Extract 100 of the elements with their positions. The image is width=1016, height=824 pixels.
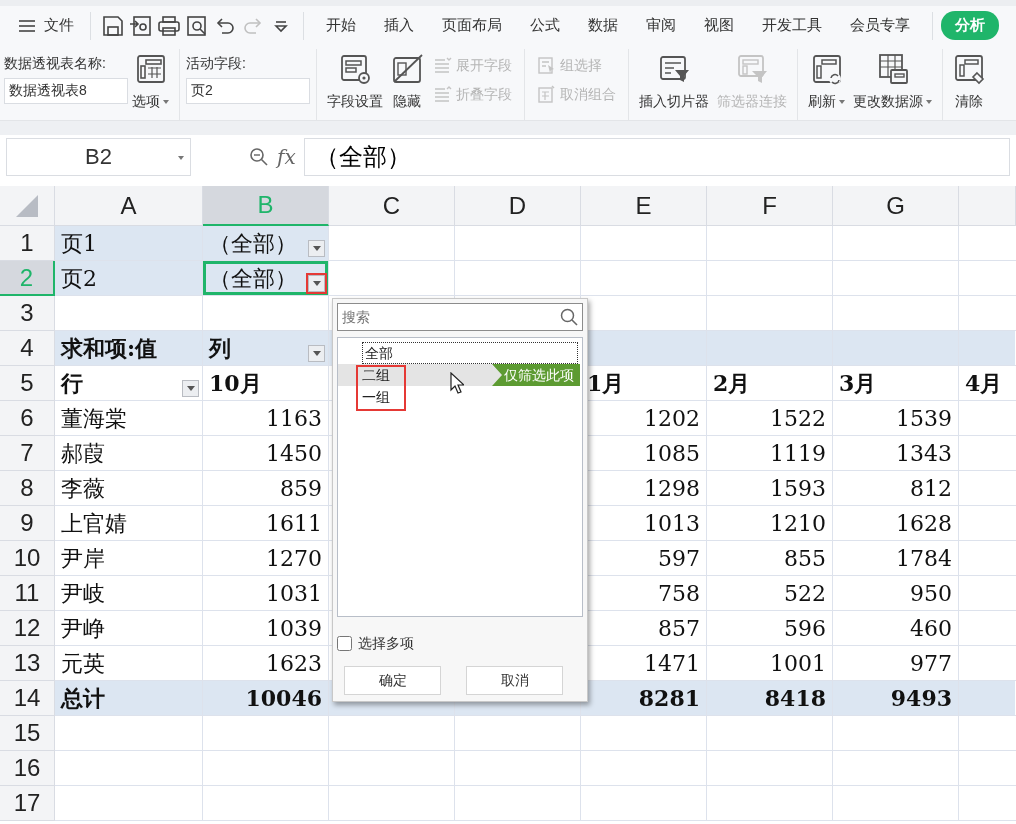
item-label: 二组 [362,365,390,385]
column-header[interactable]: D [455,186,581,226]
table-cell-text: 597 [657,544,701,573]
checkbox[interactable] [337,636,352,651]
checkbox-label: 选择多项 [358,634,414,653]
export-icon[interactable] [129,13,153,38]
selected-cell[interactable]: （全部） [203,261,328,295]
row-header[interactable]: 6 [0,401,55,436]
search-icon[interactable] [560,308,578,326]
table-cell: 8418 [707,681,832,715]
zoom-icon[interactable] [249,146,269,167]
filter-dropdown-button[interactable] [182,380,199,397]
clear-icon [953,53,985,85]
row-header[interactable]: 17 [0,786,55,821]
filter-dropdown-button[interactable] [308,275,325,292]
save-icon[interactable] [101,13,125,38]
function-button[interactable]: fx [277,141,296,172]
search-field[interactable]: 搜索 [337,303,583,331]
row-header[interactable]: 5 [0,366,55,401]
options-button[interactable]: 选项 [128,49,173,120]
table-cell-text: 1298 [643,474,701,503]
table-cell-text: 1343 [895,439,953,468]
row-header[interactable]: 16 [0,751,55,786]
table-cell-text: 522 [783,579,827,608]
table-cell-text: 上官婧 [60,509,128,538]
menu-tab[interactable]: 插入 [370,12,428,39]
preview-icon[interactable] [185,13,209,38]
table-cell-text: 尹岐 [60,579,106,608]
table-cell-text: 1210 [769,509,827,538]
table-cell-text: 460 [909,614,953,643]
table-cell-text: 1471 [643,649,701,678]
row-header[interactable]: 10 [0,541,55,576]
field-label: 活动字段: [186,54,247,73]
column-header[interactable]: C [329,186,455,226]
row-header[interactable]: 12 [0,611,55,646]
column-header[interactable]: A [55,186,203,226]
menu-tab[interactable]: 视图 [690,12,748,39]
row-header[interactable]: 15 [0,716,55,751]
row-header[interactable]: 14 [0,681,55,716]
table-cell-text: 1001 [769,649,827,678]
menu-icon[interactable] [18,18,36,33]
row-header[interactable]: 8 [0,471,55,506]
table-cell-text: 4月 [964,368,1004,398]
table-cell-text: 855 [783,544,827,573]
dialog-button[interactable]: 确定 [344,666,441,695]
slicer-icon [658,53,690,85]
menu-tab[interactable]: 公式 [516,12,574,39]
cell-text: 行 [61,368,83,398]
table-cell-text: 1450 [265,439,323,468]
filter-dropdown-button[interactable] [308,240,325,257]
toolbar-button[interactable]: 字段设置 [323,49,387,120]
menu-tab[interactable]: 审阅 [632,12,690,39]
list-item[interactable]: 二组 仅筛选此项 [338,364,580,386]
toolbar-button[interactable]: 隐藏 [387,49,427,120]
column-header[interactable]: E [581,186,707,226]
name-box[interactable]: B2 [6,137,191,176]
row-header[interactable]: 3 [0,296,55,331]
menu-tab[interactable]: 数据 [574,12,632,39]
expand-icon [433,55,453,76]
filter-cell[interactable]: 列 [203,331,328,365]
row-header[interactable]: 1 [0,226,55,261]
toolbar-button[interactable]: 插入切片器 [635,49,713,120]
row-header[interactable]: 9 [0,506,55,541]
row-header[interactable]: 7 [0,436,55,471]
menu-tab[interactable]: 会员专享 [836,12,924,39]
menu-tab[interactable]: 开始 [312,12,370,39]
list-item[interactable]: 一组 [338,386,582,408]
pivot-name-field[interactable]: 数据透视表8 [4,78,128,104]
column-header[interactable]: G [833,186,959,226]
file-menu[interactable]: 文件 [44,12,74,39]
menu-tab[interactable]: 页面布局 [428,12,516,39]
print-icon[interactable] [157,13,181,38]
table-cell-text: 尹岸 [60,544,106,573]
column-header[interactable]: F [707,186,833,226]
table-cell-text: 3月 [838,368,878,398]
table-cell: 页2 [55,261,202,295]
table-cell-text: 1163 [265,404,323,433]
table-cell-text: 1031 [265,579,323,608]
table-cell: 10046 [203,681,328,715]
row-header[interactable]: 13 [0,646,55,681]
toolbar-button[interactable]: 更改数据源 [849,49,936,120]
dialog-button[interactable]: 取消 [466,666,563,695]
toolbar-button[interactable]: 清除 [949,49,989,120]
table-cell-text: 尹峥 [60,614,106,643]
field-settings-icon [339,53,371,85]
filter-dropdown-button[interactable] [308,345,325,362]
filter-cell[interactable]: （全部） [203,226,328,260]
row-header[interactable]: 4 [0,331,55,366]
table-cell-text: 950 [909,579,953,608]
filter-cell[interactable]: 行 [55,366,202,400]
formula-input[interactable]: （全部） [303,137,1010,176]
menu-tab[interactable]: 开发工具 [748,12,836,39]
row-header[interactable]: 11 [0,576,55,611]
table-cell-text: 1085 [643,439,701,468]
field-label: 数据透视表名称: [4,54,107,73]
toolbar-button[interactable]: 刷新 [804,49,849,120]
table-cell-text: 859 [279,474,323,503]
active-field-input[interactable]: 页2 [186,78,310,104]
table-cell-text: 1784 [895,544,953,573]
table-cell-text: 812 [909,474,953,503]
